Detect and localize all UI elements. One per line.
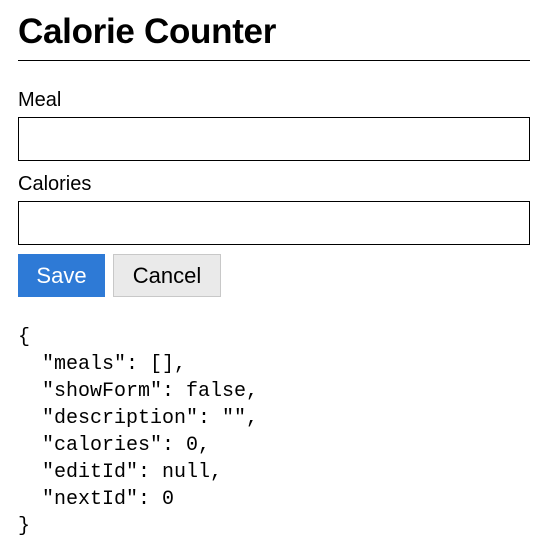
json-line: "description": "", — [18, 407, 259, 430]
json-line: "meals": [], — [18, 353, 187, 376]
state-json-dump: { "meals": [], "showForm": false, "descr… — [18, 324, 530, 540]
calories-label: Calories — [18, 173, 92, 195]
title-divider — [18, 60, 530, 61]
json-line: "showForm": false, — [18, 380, 259, 403]
form-actions: Save Cancel — [18, 254, 530, 297]
json-line: "editId": null, — [18, 461, 223, 484]
save-button[interactable]: Save — [18, 254, 105, 297]
calorie-counter-app: Calorie Counter Meal Calories Save Cance… — [0, 0, 553, 540]
cancel-button[interactable]: Cancel — [113, 254, 221, 297]
meal-form: Meal Calories Save Cancel — [18, 88, 530, 297]
json-line: { — [18, 326, 31, 349]
calories-input[interactable] — [18, 201, 530, 245]
meal-input[interactable] — [18, 117, 530, 161]
page-title: Calorie Counter — [18, 12, 277, 51]
json-line: } — [18, 515, 31, 538]
json-line: "nextId": 0 — [18, 488, 175, 511]
meal-label: Meal — [18, 89, 62, 111]
json-line: "calories": 0, — [18, 434, 211, 457]
